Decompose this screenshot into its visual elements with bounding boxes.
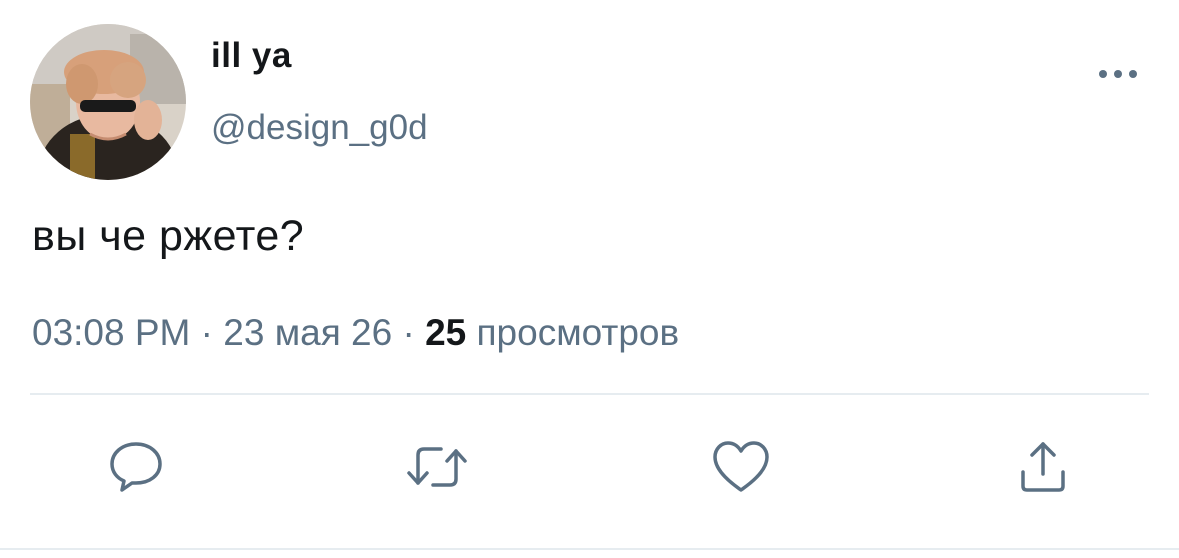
reply-bubble-icon <box>110 442 162 492</box>
share-button[interactable] <box>1008 432 1078 502</box>
tweet-time[interactable]: 03:08 PM <box>32 312 190 353</box>
user-handle[interactable]: @design_g0d <box>211 108 428 148</box>
tweet-text: вы че ржете? <box>32 212 305 260</box>
tweet-meta: 03:08 PM · 23 мая 26 · 25 просмотров <box>32 312 679 354</box>
heart-icon <box>713 441 769 492</box>
tweet-date[interactable]: 23 мая 26 <box>223 312 392 353</box>
share-upload-icon <box>1021 442 1065 492</box>
retweet-icon <box>407 447 467 487</box>
like-button[interactable] <box>706 432 776 502</box>
retweet-button[interactable] <box>402 432 472 502</box>
meta-separator: · <box>190 312 224 353</box>
avatar[interactable] <box>30 24 186 180</box>
divider <box>30 393 1149 395</box>
meta-separator: · <box>392 312 426 353</box>
tweet-card: ill ya @design_g0d вы че ржете? 03:08 PM… <box>0 0 1179 558</box>
views-count[interactable]: 25 <box>425 312 466 353</box>
reply-button[interactable] <box>101 432 171 502</box>
avatar-photo <box>30 24 186 180</box>
more-horizontal-icon <box>1099 70 1137 78</box>
bottom-divider <box>0 548 1179 550</box>
display-name[interactable]: ill ya <box>211 36 292 76</box>
views-label: просмотров <box>466 312 680 353</box>
more-options-button[interactable] <box>1090 54 1146 94</box>
